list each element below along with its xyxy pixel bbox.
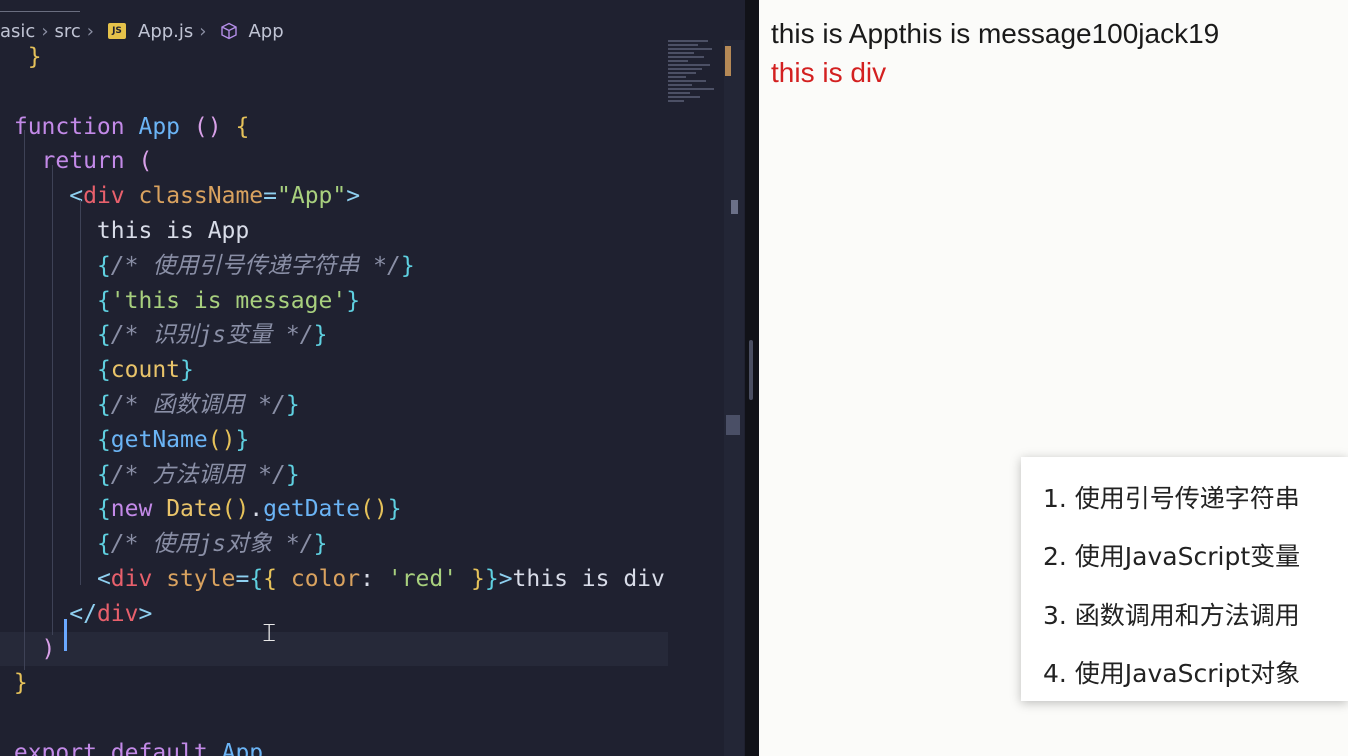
code-line: this is App	[0, 217, 250, 244]
code-line: {/* 识别js变量 */}	[96, 322, 328, 349]
breadcrumb-file-app-js[interactable]: App.js	[138, 21, 193, 42]
scrollbar-marker	[731, 200, 738, 214]
minimap-slider[interactable]	[725, 46, 731, 76]
code-line: export default App	[0, 739, 264, 756]
drag-handle[interactable]	[749, 340, 753, 400]
code-line: function App () {	[0, 113, 250, 140]
scrollbar-thumb[interactable]	[726, 415, 740, 435]
minimap[interactable]	[668, 40, 722, 106]
breadcrumb-symbol-app[interactable]: App	[248, 21, 283, 42]
notes-panel: 1. 使用引号传递字符串 2. 使用JavaScript变量 3. 函数调用和方…	[1021, 457, 1348, 701]
code-line: <div className="App">	[69, 183, 361, 210]
code-line: {'this is message'}	[96, 287, 361, 314]
code-area[interactable]: } function App () { return ( <div classN…	[0, 40, 668, 756]
note-item: 1. 使用引号传递字符串	[1043, 484, 1300, 513]
breadcrumb-folder-basic[interactable]: asic	[0, 21, 35, 42]
code-line-current: )	[0, 631, 668, 667]
code-line: {/* 方法调用 */}	[96, 461, 300, 488]
code-line: {getName()}	[96, 426, 250, 453]
note-item: 4. 使用JavaScript对象	[1043, 659, 1301, 688]
indent-guide	[24, 130, 25, 670]
rendered-output: this is Appthis is message100jack19 this…	[771, 14, 1219, 92]
vertical-scrollbar[interactable]	[724, 40, 744, 756]
breadcrumb-folder-src[interactable]: src	[55, 21, 81, 42]
code-line: }	[0, 44, 42, 70]
code-line: <div style={{ color: 'red' }}>this is di…	[96, 565, 665, 592]
chevron-right-icon: ›	[86, 20, 94, 42]
rendered-red-div: this is div	[771, 57, 887, 88]
symbol-cube-icon	[221, 22, 238, 40]
indent-guide	[80, 200, 81, 585]
code-line: </div>	[69, 600, 153, 627]
code-line: }	[0, 670, 28, 697]
code-line: {/* 使用引号传递字符串 */}	[96, 252, 415, 279]
indent-guide	[52, 165, 53, 635]
text-cursor	[64, 619, 67, 651]
code-line: {new Date().getDate()}	[96, 496, 402, 523]
code-editor[interactable]: asic › src › JS App.js › App } function …	[0, 0, 745, 756]
code-line: return (	[0, 148, 153, 175]
code-line: {/* 函数调用 */}	[96, 391, 300, 418]
chevron-right-icon: ›	[41, 20, 49, 42]
tab-indicator	[0, 0, 80, 12]
note-item: 2. 使用JavaScript变量	[1043, 542, 1301, 571]
chevron-right-icon: ›	[199, 20, 207, 42]
code-line: {/* 使用js对象 */}	[96, 531, 328, 558]
note-item: 3. 函数调用和方法调用	[1043, 601, 1300, 630]
code-line: {count}	[96, 357, 194, 384]
rendered-app-text: this is Appthis is message100jack19	[771, 18, 1220, 49]
js-file-icon: JS	[108, 23, 126, 39]
ibeam-cursor-icon: 𝙸	[260, 618, 279, 648]
